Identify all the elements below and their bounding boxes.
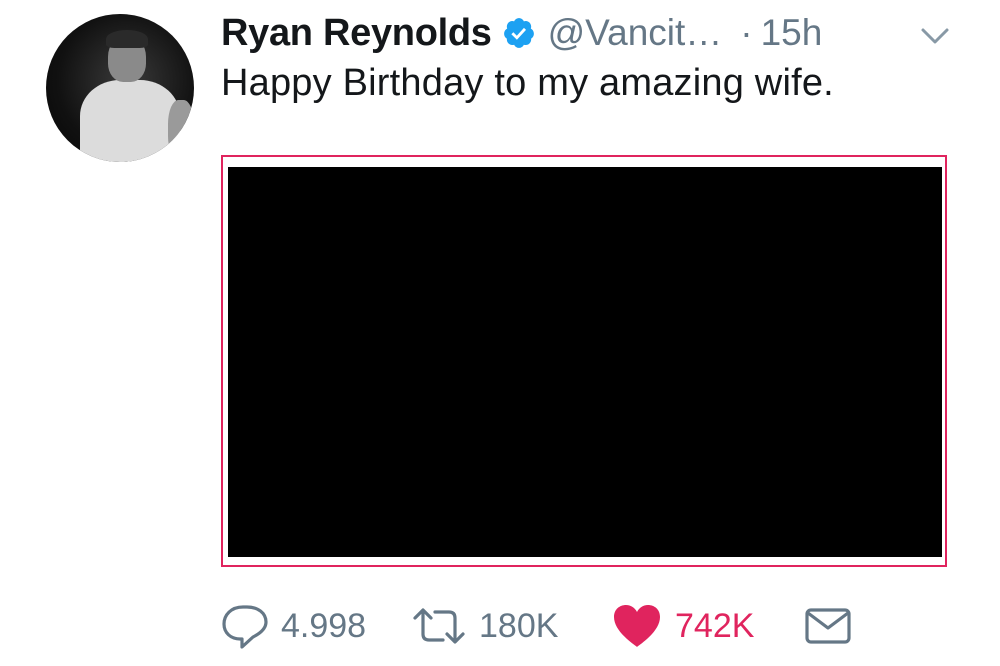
retweet-count: 180K (479, 606, 559, 645)
verified-badge-icon (502, 16, 536, 50)
retweet-icon (411, 606, 467, 646)
reply-button[interactable]: 4.998 (221, 600, 366, 652)
header-separator: · (740, 12, 753, 53)
avatar-photo-arm (168, 100, 194, 160)
author-avatar[interactable] (46, 14, 194, 162)
avatar-photo-hair (106, 30, 148, 48)
heart-icon (611, 603, 663, 649)
tweet-actions: 4.998 180K 742K (221, 600, 921, 652)
reply-count: 4.998 (281, 606, 367, 645)
tweet-media[interactable] (221, 155, 947, 567)
direct-message-button[interactable] (804, 600, 852, 652)
tweet-text: Happy Birthday to my amazing wife. (221, 62, 834, 104)
like-count: 742K (675, 606, 755, 645)
like-button[interactable]: 742K (611, 600, 754, 652)
reply-icon (221, 603, 269, 649)
tweet: Ryan Reynolds @Vancit… · 15h Happy Birth… (0, 0, 1000, 666)
author-handle[interactable]: @Vancit… (548, 12, 723, 54)
chevron-down-icon[interactable] (917, 22, 953, 50)
envelope-icon (804, 606, 852, 646)
media-image (228, 167, 942, 557)
tweet-timestamp[interactable]: 15h (761, 12, 823, 54)
avatar-photo-body (80, 80, 180, 162)
tweet-header: Ryan Reynolds @Vancit… · 15h (221, 10, 822, 56)
author-name[interactable]: Ryan Reynolds (221, 12, 492, 55)
retweet-button[interactable]: 180K (411, 600, 558, 652)
